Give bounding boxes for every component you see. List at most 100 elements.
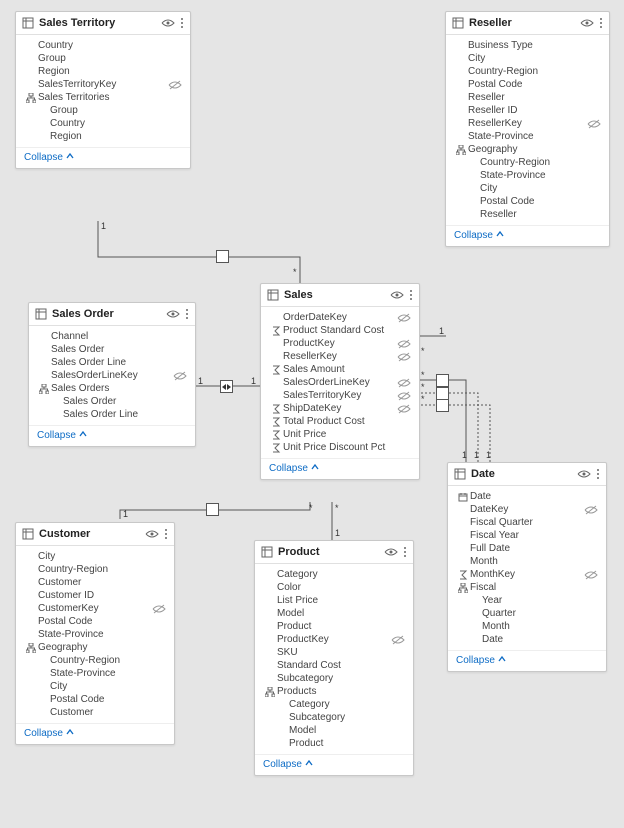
field-row[interactable]: Year [448,594,606,607]
field-row[interactable]: Full Date [448,542,606,555]
field-row[interactable]: Region [16,65,190,78]
field-row[interactable]: Postal Code [16,693,174,706]
collapse-link[interactable]: Collapse [456,655,506,666]
field-row[interactable]: CustomerKey [16,602,174,615]
collapse-link[interactable]: Collapse [269,463,319,474]
field-row[interactable]: City [16,680,174,693]
table-header[interactable]: Sales Territory [16,12,190,35]
field-row[interactable]: City [446,52,609,65]
field-row[interactable]: Model [255,724,413,737]
field-row[interactable]: Date [448,633,606,646]
more-icon[interactable] [164,528,168,540]
collapse-link[interactable]: Collapse [454,230,504,241]
table-header[interactable]: Customer [16,523,174,546]
field-row[interactable]: DateKey [448,503,606,516]
visibility-icon[interactable] [390,290,404,300]
field-row[interactable]: Sales Order [29,395,195,408]
field-row[interactable]: State-Province [16,628,174,641]
more-icon[interactable] [180,17,184,29]
visibility-icon[interactable] [161,18,175,28]
field-row[interactable]: SalesTerritoryKey [261,389,419,402]
field-row[interactable]: Reseller ID [446,104,609,117]
field-row[interactable]: Reseller [446,91,609,104]
field-row[interactable]: Country-Region [446,156,609,169]
table-header[interactable]: Product [255,541,413,564]
field-row[interactable]: Fiscal [448,581,606,594]
field-row[interactable]: Country-Region [16,563,174,576]
visibility-icon[interactable] [577,469,591,479]
field-row[interactable]: OrderDateKey [261,311,419,324]
field-row[interactable]: Country [16,117,190,130]
field-row[interactable]: Customer ID [16,589,174,602]
visibility-icon[interactable] [580,18,594,28]
field-row[interactable]: ResellerKey [446,117,609,130]
field-row[interactable]: State-Province [16,667,174,680]
field-row[interactable]: Geography [446,143,609,156]
field-row[interactable]: SalesOrderLineKey [261,376,419,389]
field-row[interactable]: Business Type [446,39,609,52]
field-row[interactable]: Fiscal Year [448,529,606,542]
field-row[interactable]: Unit Price [261,428,419,441]
field-row[interactable]: Subcategory [255,711,413,724]
field-row[interactable]: Sales Order [29,343,195,356]
table-header[interactable]: Sales Order [29,303,195,326]
field-row[interactable]: Postal Code [16,615,174,628]
table-card-product[interactable]: Product Category Color List Price [254,540,414,776]
field-row[interactable]: ProductKey [255,633,413,646]
field-row[interactable]: Category [255,568,413,581]
field-row[interactable]: Country [16,39,190,52]
field-row[interactable]: SalesOrderLineKey [29,369,195,382]
collapse-link[interactable]: Collapse [24,728,74,739]
field-row[interactable]: Date [448,490,606,503]
field-row[interactable]: SKU [255,646,413,659]
field-row[interactable]: Quarter [448,607,606,620]
more-icon[interactable] [403,546,407,558]
table-card-date[interactable]: Date Date DateKey Fiscal Quarter [447,462,607,672]
field-row[interactable]: Sales Territories [16,91,190,104]
collapse-link[interactable]: Collapse [24,152,74,163]
field-row[interactable]: Product Standard Cost [261,324,419,337]
table-card-sales-order[interactable]: Sales Order Channel Sales Order Sales Or… [28,302,196,447]
field-row[interactable]: ShipDateKey [261,402,419,415]
field-row[interactable]: City [446,182,609,195]
field-row[interactable]: Unit Price Discount Pct [261,441,419,454]
field-row[interactable]: Category [255,698,413,711]
field-row[interactable]: Country-Region [446,65,609,78]
field-row[interactable]: Channel [29,330,195,343]
more-icon[interactable] [409,289,413,301]
field-row[interactable]: Sales Order Line [29,408,195,421]
field-row[interactable]: Product [255,620,413,633]
field-row[interactable]: Sales Orders [29,382,195,395]
field-row[interactable]: Total Product Cost [261,415,419,428]
field-row[interactable]: Month [448,555,606,568]
field-row[interactable]: Reseller [446,208,609,221]
field-row[interactable]: ProductKey [261,337,419,350]
field-row[interactable]: SalesTerritoryKey [16,78,190,91]
field-row[interactable]: Standard Cost [255,659,413,672]
table-card-reseller[interactable]: Reseller Business Type City Country-Regi… [445,11,610,247]
more-icon[interactable] [596,468,600,480]
field-row[interactable]: Product [255,737,413,750]
field-row[interactable]: ResellerKey [261,350,419,363]
field-row[interactable]: Group [16,52,190,65]
visibility-icon[interactable] [145,529,159,539]
field-row[interactable]: Model [255,607,413,620]
field-row[interactable]: Subcategory [255,672,413,685]
table-card-sales-territory[interactable]: Sales Territory Country Group Region [15,11,191,169]
field-row[interactable]: Customer [16,706,174,719]
visibility-icon[interactable] [166,309,180,319]
field-row[interactable]: Country-Region [16,654,174,667]
field-row[interactable]: Customer [16,576,174,589]
field-row[interactable]: MonthKey [448,568,606,581]
field-row[interactable]: Postal Code [446,78,609,91]
field-row[interactable]: Geography [16,641,174,654]
more-icon[interactable] [185,308,189,320]
field-row[interactable]: List Price [255,594,413,607]
field-row[interactable]: Products [255,685,413,698]
collapse-link[interactable]: Collapse [37,430,87,441]
field-row[interactable]: Month [448,620,606,633]
table-header[interactable]: Reseller [446,12,609,35]
field-row[interactable]: Fiscal Quarter [448,516,606,529]
field-row[interactable]: Sales Order Line [29,356,195,369]
field-row[interactable]: Region [16,130,190,143]
